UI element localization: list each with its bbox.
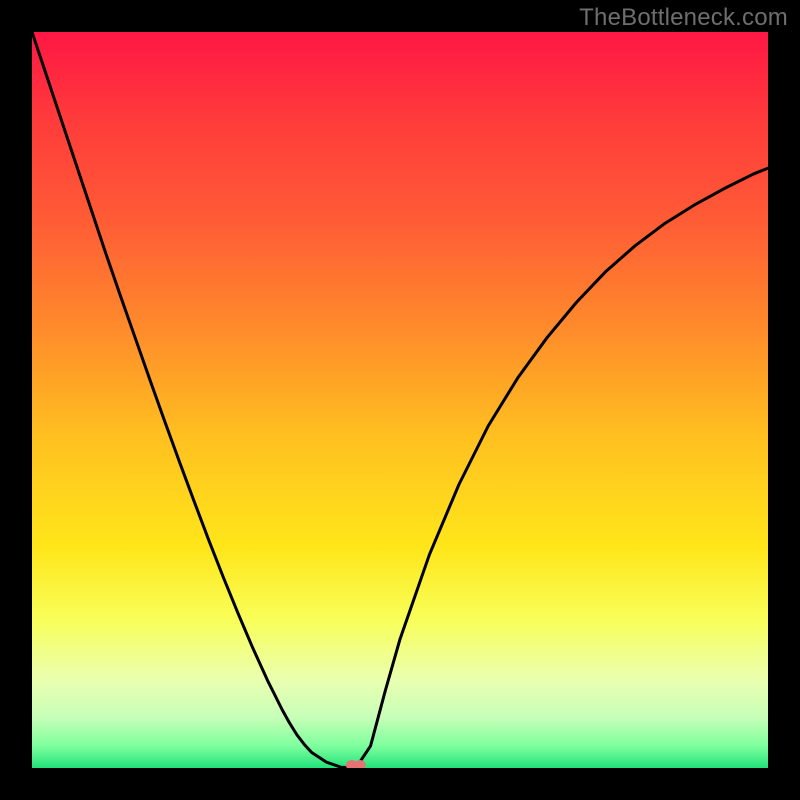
- gradient-background: [32, 32, 768, 768]
- watermark-text: TheBottleneck.com: [579, 4, 788, 32]
- chart-frame: TheBottleneck.com: [0, 0, 800, 800]
- chart-svg: [32, 32, 768, 768]
- plot-area: [32, 32, 768, 768]
